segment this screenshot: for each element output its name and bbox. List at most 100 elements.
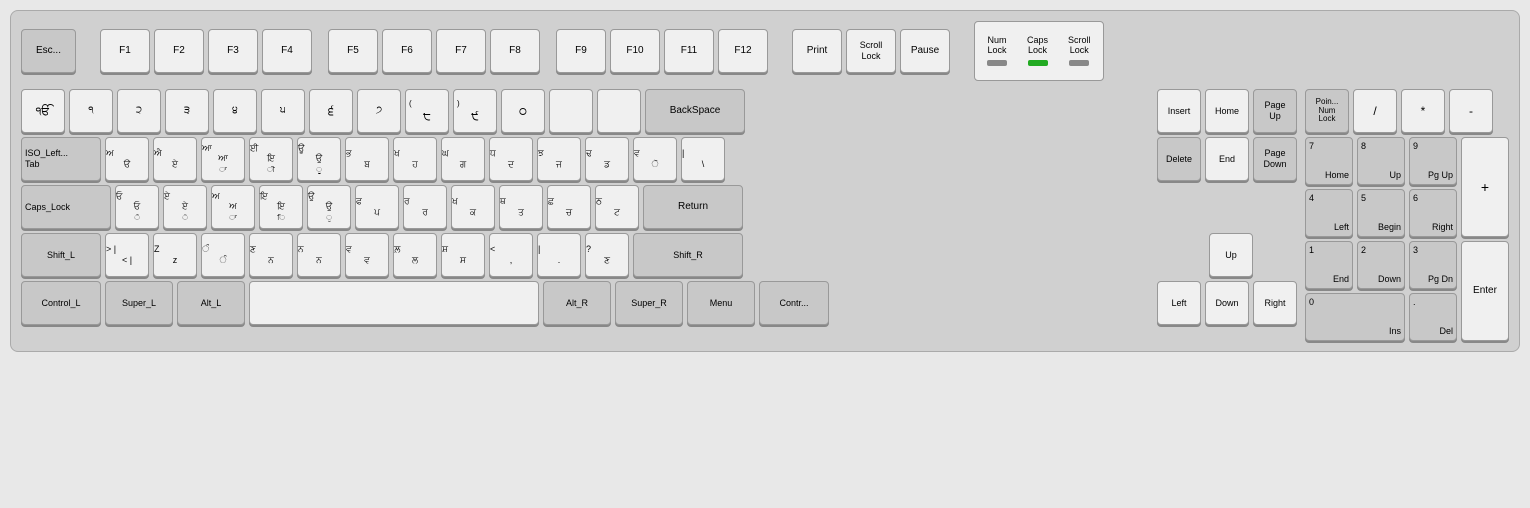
key-end[interactable]: End: [1205, 137, 1249, 181]
key-np-slash[interactable]: /: [1353, 89, 1397, 133]
key-np-star[interactable]: *: [1401, 89, 1445, 133]
key-5[interactable]: ੫: [261, 89, 305, 133]
key-alt-left[interactable]: Alt_L: [177, 281, 245, 325]
key-np-4[interactable]: 4Left: [1305, 189, 1353, 237]
key-y[interactable]: ਭ ਬ: [345, 137, 389, 181]
key-np-5[interactable]: 5Begin: [1357, 189, 1405, 237]
key-f6[interactable]: F6: [382, 29, 432, 73]
key-return[interactable]: Return: [643, 185, 743, 229]
key-3[interactable]: ੩: [165, 89, 209, 133]
key-np-7[interactable]: 7Home: [1305, 137, 1353, 185]
key-np-9[interactable]: 9Pg Up: [1409, 137, 1457, 185]
key-m[interactable]: ਲ਼ ਲ: [393, 233, 437, 277]
key-2[interactable]: ੨: [117, 89, 161, 133]
key-backslash[interactable]: | \: [681, 137, 725, 181]
key-np-plus[interactable]: +: [1461, 137, 1509, 237]
key-ctrl-right[interactable]: Contr...: [759, 281, 829, 325]
key-left[interactable]: Left: [1157, 281, 1201, 325]
key-shift-left[interactable]: Shift_L: [21, 233, 101, 277]
key-f5[interactable]: F5: [328, 29, 378, 73]
key-np-1[interactable]: 1End: [1305, 241, 1353, 289]
key-l[interactable]: ਥ ਤ: [499, 185, 543, 229]
key-right[interactable]: Right: [1253, 281, 1297, 325]
key-f8[interactable]: F8: [490, 29, 540, 73]
key-a[interactable]: ਓ ਓ◌ੋ: [115, 185, 159, 229]
key-9[interactable]: ) ੯: [453, 89, 497, 133]
key-page-up[interactable]: PageUp: [1253, 89, 1297, 133]
key-page-down[interactable]: PageDown: [1253, 137, 1297, 181]
key-np-0[interactable]: 0Ins: [1305, 293, 1405, 341]
key-j[interactable]: ਰ ਰ: [403, 185, 447, 229]
key-f12[interactable]: F12: [718, 29, 768, 73]
key-r[interactable]: ਈ ਇ◌ੀ: [249, 137, 293, 181]
key-scroll-lock[interactable]: ScrollLock: [846, 29, 896, 73]
key-alt-right[interactable]: Alt_R: [543, 281, 611, 325]
key-backtick[interactable]: ੴ: [21, 89, 65, 133]
key-print[interactable]: Print: [792, 29, 842, 73]
key-pause[interactable]: Pause: [900, 29, 950, 73]
key-z[interactable]: > | < |: [105, 233, 149, 277]
key-1[interactable]: ੧: [69, 89, 113, 133]
key-menu[interactable]: Menu: [687, 281, 755, 325]
key-e[interactable]: ਆ ਆ◌ਾ: [201, 137, 245, 181]
key-h[interactable]: ਫ ਪ: [355, 185, 399, 229]
key-poin-num-lock[interactable]: Poin...NumLock: [1305, 89, 1349, 133]
key-np-dot[interactable]: .Del: [1409, 293, 1457, 341]
key-o[interactable]: ਧ ਦ: [489, 137, 533, 181]
key-period[interactable]: < ,: [489, 233, 533, 277]
key-np-3[interactable]: 3Pg Dn: [1409, 241, 1457, 289]
key-w[interactable]: ਐ ਏ: [153, 137, 197, 181]
key-quote[interactable]: ਠ ਟ: [595, 185, 639, 229]
key-super-left[interactable]: Super_L: [105, 281, 173, 325]
key-8[interactable]: ( ੮: [405, 89, 449, 133]
key-t[interactable]: ਊ ਉ◌ੂ: [297, 137, 341, 181]
key-space[interactable]: [249, 281, 539, 325]
key-minus[interactable]: [549, 89, 593, 133]
key-7[interactable]: ੭: [357, 89, 401, 133]
key-u[interactable]: ਖ ਹ: [393, 137, 437, 181]
key-slash[interactable]: | .: [537, 233, 581, 277]
key-q[interactable]: ਅ ੳ: [105, 137, 149, 181]
key-f4[interactable]: F4: [262, 29, 312, 73]
key-tab[interactable]: ISO_Left... Tab: [21, 137, 101, 181]
key-d[interactable]: ਅ ਅ◌ਾ: [211, 185, 255, 229]
key-slash2[interactable]: ? ਣ: [585, 233, 629, 277]
key-semicolon[interactable]: ਛ ਚ: [547, 185, 591, 229]
key-np-6[interactable]: 6Right: [1409, 189, 1457, 237]
key-shift-right[interactable]: Shift_R: [633, 233, 743, 277]
key-ctrl-left[interactable]: Control_L: [21, 281, 101, 325]
key-bracket-right[interactable]: ਵ ◌ੋ: [633, 137, 677, 181]
key-v[interactable]: ਣ ਨ: [249, 233, 293, 277]
key-x[interactable]: Z z: [153, 233, 197, 277]
key-equals[interactable]: [597, 89, 641, 133]
key-np-minus[interactable]: -: [1449, 89, 1493, 133]
key-caps-lock[interactable]: Caps_Lock: [21, 185, 111, 229]
key-f11[interactable]: F11: [664, 29, 714, 73]
key-6[interactable]: ੬: [309, 89, 353, 133]
key-n[interactable]: ਵ ਵ: [345, 233, 389, 277]
key-i[interactable]: ਘ ਗ: [441, 137, 485, 181]
key-f9[interactable]: F9: [556, 29, 606, 73]
key-f3[interactable]: F3: [208, 29, 258, 73]
key-comma[interactable]: ਸ਼ ਸ: [441, 233, 485, 277]
key-c[interactable]: ◌ੰ ◌ੰ: [201, 233, 245, 277]
key-backspace[interactable]: BackSpace: [645, 89, 745, 133]
key-bracket-left[interactable]: ਢ ਡ: [585, 137, 629, 181]
key-f7[interactable]: F7: [436, 29, 486, 73]
key-np-2[interactable]: 2Down: [1357, 241, 1405, 289]
key-f[interactable]: ਇ ਇ◌ਿ: [259, 185, 303, 229]
key-np-enter[interactable]: Enter: [1461, 241, 1509, 341]
key-up[interactable]: Up: [1209, 233, 1253, 277]
key-f10[interactable]: F10: [610, 29, 660, 73]
key-super-right[interactable]: Super_R: [615, 281, 683, 325]
key-k[interactable]: ਖ ਕ: [451, 185, 495, 229]
key-p[interactable]: ਝ ਜ: [537, 137, 581, 181]
key-4[interactable]: ੪: [213, 89, 257, 133]
key-s[interactable]: ਏ ਏ◌ੇ: [163, 185, 207, 229]
key-esc[interactable]: Esc...: [21, 29, 76, 73]
key-insert[interactable]: Insert: [1157, 89, 1201, 133]
key-f1[interactable]: F1: [100, 29, 150, 73]
key-b[interactable]: ਨ ਨ: [297, 233, 341, 277]
key-down[interactable]: Down: [1205, 281, 1249, 325]
key-f2[interactable]: F2: [154, 29, 204, 73]
